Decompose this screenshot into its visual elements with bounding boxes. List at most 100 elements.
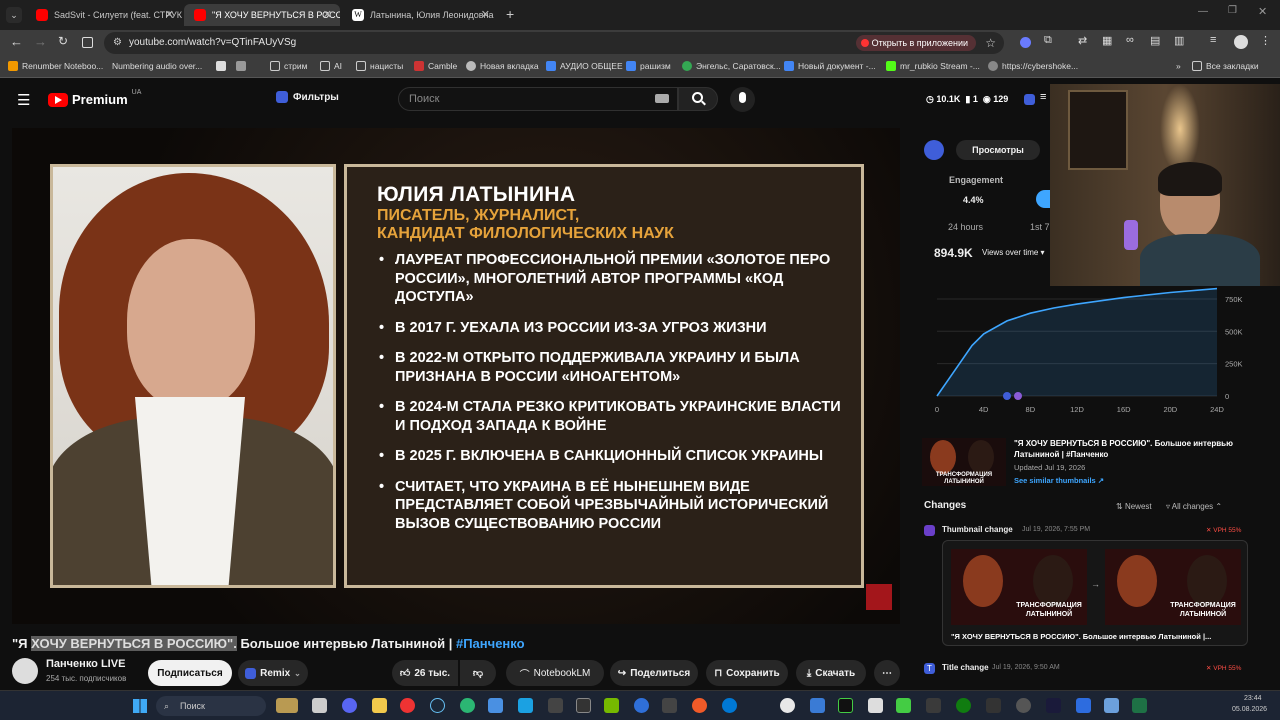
profile-avatar[interactable] — [1234, 35, 1248, 49]
reload-icon[interactable]: ↻ — [58, 34, 68, 48]
calendar-icon[interactable]: ▤ — [1150, 34, 1160, 47]
bookmark-item[interactable]: Renumber Noteboo... — [8, 61, 103, 71]
bookmark-folder[interactable]: стрим — [270, 61, 307, 71]
voice-search-button[interactable] — [730, 87, 755, 112]
taskbar-search[interactable]: ⌕ Поиск — [156, 696, 266, 716]
app-icon[interactable] — [1104, 698, 1119, 713]
address-bar[interactable]: ⚙ youtube.com/watch?v=QTinFAUyVSg Открыт… — [104, 32, 1004, 54]
nvidia-icon[interactable] — [604, 698, 619, 713]
menu-icon[interactable]: ≡ — [1040, 91, 1046, 103]
media-controls-icon[interactable]: ≡ — [1210, 34, 1216, 46]
app-icon[interactable] — [926, 698, 941, 713]
new-tab-button[interactable]: + — [506, 6, 514, 22]
chatgpt-icon[interactable] — [780, 698, 795, 713]
app-icon[interactable] — [986, 698, 1001, 713]
video-player[interactable]: ЮЛИЯ ЛАТЫНИНА ПИСАТЕЛЬ, ЖУРНАЛИСТ, КАНДИ… — [12, 128, 900, 624]
apps-icon[interactable]: ▦ — [1102, 34, 1112, 47]
task-view-icon[interactable] — [312, 698, 327, 713]
bookmark-item[interactable]: Новая вкладка — [466, 61, 539, 71]
extension-button[interactable] — [1024, 94, 1035, 105]
active-app-icon[interactable] — [518, 698, 533, 713]
chart-marker-b[interactable] — [1014, 392, 1022, 400]
app-icon[interactable] — [1132, 698, 1147, 713]
clock-time[interactable]: 23:44 — [1244, 695, 1262, 702]
tab-wikipedia[interactable]: W Латынина, Юлия Леонидовна ✕ — [342, 4, 498, 26]
app-icon[interactable] — [1016, 698, 1031, 713]
app-icon[interactable] — [634, 698, 649, 713]
close-window-icon[interactable]: ✕ — [1258, 5, 1267, 18]
site-info-icon[interactable]: ⚙ — [113, 32, 122, 54]
app-icon[interactable] — [488, 698, 503, 713]
terminal-icon[interactable] — [576, 698, 591, 713]
more-bookmarks-icon[interactable]: » — [1176, 61, 1181, 71]
download-button[interactable]: ⤓ Скачать — [796, 660, 866, 686]
windows-start-icon[interactable] — [133, 699, 147, 713]
close-tab-icon[interactable]: ✕ — [165, 8, 174, 21]
discord-icon[interactable] — [342, 698, 357, 713]
clock-date[interactable]: 05.08.2026 — [1232, 706, 1267, 713]
all-bookmarks-folder[interactable]: Все закладки — [1192, 61, 1259, 71]
search-button[interactable] — [678, 87, 718, 111]
bookmark-item[interactable]: АУДИО ОБЩЕЕ — [546, 61, 623, 71]
xbox-icon[interactable] — [956, 698, 971, 713]
bookmark-item[interactable] — [216, 61, 226, 71]
bookmark-folder[interactable]: AI — [320, 61, 342, 71]
app-icon[interactable] — [896, 698, 911, 713]
bookmark-item[interactable]: Новый документ -... — [784, 61, 876, 71]
puzzle-extensions-icon[interactable]: ⧉ — [1044, 34, 1052, 47]
save-button[interactable]: ⊓ Сохранить — [706, 660, 788, 686]
youtube-logo[interactable]: Premium UA — [48, 89, 141, 107]
app-icon[interactable] — [1046, 698, 1061, 713]
extension-icon[interactable] — [1020, 37, 1031, 48]
forward-icon[interactable]: → — [34, 34, 47, 49]
filters-button[interactable]: Фильтры — [276, 91, 339, 103]
share-button[interactable]: ↪ Поделиться — [610, 660, 698, 686]
tab-list-button[interactable]: ⌄ — [6, 7, 22, 23]
app-icon[interactable] — [868, 698, 883, 713]
tab-views[interactable]: Просмотры — [956, 140, 1040, 160]
period-first7[interactable]: 1st 7 — [1030, 222, 1050, 232]
extension-logo-icon[interactable] — [924, 140, 944, 160]
link-icon[interactable]: ∞ — [1126, 34, 1134, 46]
search-input[interactable]: Поиск — [398, 87, 678, 111]
keyboard-icon[interactable] — [655, 94, 669, 103]
channel-avatar[interactable] — [12, 658, 38, 684]
change1-preview[interactable]: ТРАНСФОРМАЦИЯ ЛАТЫНИНОЙ → ТРАНСФОРМАЦИЯ … — [942, 540, 1248, 646]
bookmark-star-icon[interactable]: ☆ — [985, 32, 996, 54]
translate-icon[interactable]: ⇄ — [1078, 34, 1087, 47]
steam-icon[interactable] — [430, 698, 445, 713]
browser-menu-icon[interactable]: ⋮ — [1260, 34, 1271, 47]
bookmark-item[interactable]: Camble — [414, 61, 457, 71]
file-explorer-icon[interactable] — [372, 698, 387, 713]
chart-marker-a[interactable] — [1003, 392, 1011, 400]
like-button[interactable]: 👍︎ 26 тыс. — [392, 660, 458, 686]
app-icon[interactable] — [548, 698, 563, 713]
sidebar-icon[interactable] — [82, 37, 93, 48]
views-over-time-dropdown[interactable]: Views over time ▾ — [982, 248, 1045, 257]
period-24h[interactable]: 24 hours — [948, 222, 983, 232]
filter-all-changes[interactable]: ▿ All changes ⌃ — [1166, 502, 1222, 511]
minimize-window-icon[interactable]: — — [1198, 6, 1208, 17]
app-icon[interactable] — [1076, 698, 1091, 713]
app-icon[interactable] — [692, 698, 707, 713]
bookmark-item[interactable]: Энгельс, Саратовск... — [682, 61, 781, 71]
bookmark-item[interactable]: рашизм — [626, 61, 671, 71]
back-icon[interactable]: ← — [10, 34, 23, 49]
see-similar-link[interactable]: See similar thumbnails ↗ — [1014, 476, 1104, 485]
app-icon[interactable] — [810, 698, 825, 713]
app-icon[interactable] — [662, 698, 677, 713]
app-icon[interactable] — [838, 698, 853, 713]
title-hashtag[interactable]: #Панченко — [456, 636, 525, 651]
taskbar-app-icon[interactable] — [276, 698, 298, 713]
reading-list-icon[interactable]: ▥ — [1174, 34, 1184, 47]
restore-window-icon[interactable]: ❐ — [1228, 5, 1237, 16]
tab-sadsvit[interactable]: SadSvit - Силуети (feat. СТРУК ✕ — [26, 4, 182, 26]
channel-name[interactable]: Панченко LIVE — [46, 658, 125, 670]
bookmark-item[interactable]: Numbering audio over... — [112, 61, 202, 71]
subscribe-button[interactable]: Подписаться — [148, 660, 232, 686]
more-actions-button[interactable]: ⋯ — [874, 660, 900, 686]
hamburger-menu-icon[interactable]: ☰ — [17, 91, 30, 109]
bookmark-item[interactable] — [236, 61, 246, 71]
remix-button[interactable]: Remix ⌄ — [238, 660, 308, 686]
engagement-toggle[interactable] — [1036, 190, 1050, 208]
